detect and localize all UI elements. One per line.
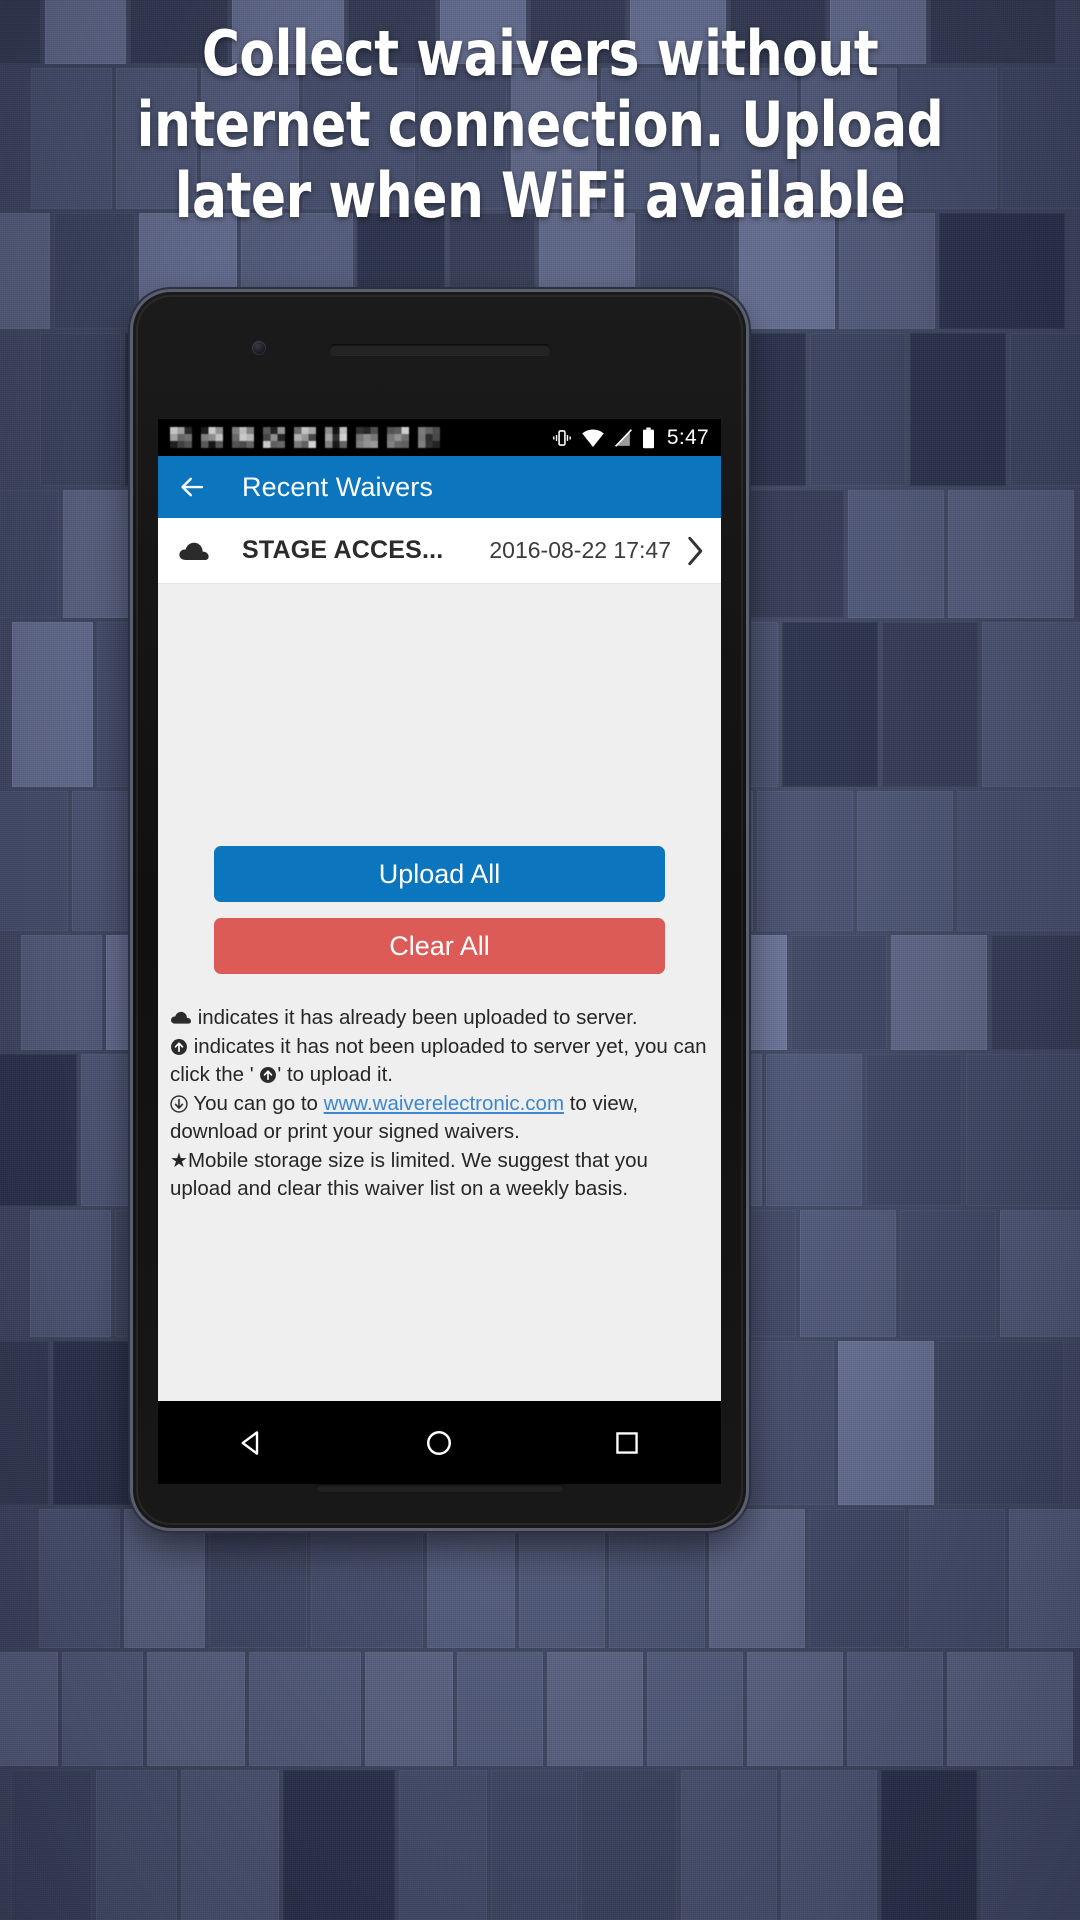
app-toolbar: Recent Waivers bbox=[158, 456, 721, 518]
notification-icon-blurred bbox=[325, 426, 347, 449]
nav-recents-icon[interactable] bbox=[592, 1416, 662, 1470]
chevron-right-icon[interactable] bbox=[671, 536, 705, 566]
front-camera-icon bbox=[252, 341, 266, 355]
help-line-4-text: Mobile storage size is limited. We sugge… bbox=[170, 1148, 648, 1201]
download-circle-icon bbox=[170, 1092, 188, 1115]
status-bar-notifications bbox=[170, 426, 552, 449]
help-line-cloud: indicates it has already been uploaded t… bbox=[170, 1004, 709, 1033]
notification-icon-blurred bbox=[387, 426, 409, 449]
phone-mockup: 5:47 Recent Waivers STAGE ACCES... 2016-… bbox=[133, 292, 746, 1528]
phone-chin-speaker bbox=[316, 1484, 564, 1492]
help-line-1-text: indicates it has already been uploaded t… bbox=[192, 1006, 638, 1029]
cloud-icon bbox=[170, 1006, 192, 1029]
status-bar-clock: 5:47 bbox=[666, 425, 709, 449]
no-sim-icon bbox=[614, 428, 632, 447]
help-line-2-text-b: ' to upload it. bbox=[277, 1063, 393, 1086]
upload-circle-icon bbox=[254, 1063, 278, 1086]
action-buttons: Upload All Clear All bbox=[158, 846, 721, 974]
waiver-name: STAGE ACCES... bbox=[242, 536, 444, 564]
nav-back-icon[interactable] bbox=[217, 1416, 287, 1470]
toolbar-title: Recent Waivers bbox=[242, 471, 433, 502]
android-nav-bar bbox=[158, 1401, 721, 1484]
help-text: indicates it has already been uploaded t… bbox=[158, 974, 721, 1204]
cloud-icon bbox=[178, 540, 220, 562]
notification-icon-blurred bbox=[170, 426, 192, 449]
status-bar: 5:47 bbox=[158, 419, 721, 456]
list-empty-area bbox=[158, 584, 721, 846]
upload-all-button[interactable]: Upload All bbox=[214, 846, 665, 902]
earpiece-speaker bbox=[329, 344, 551, 355]
notification-icon-blurred bbox=[263, 426, 285, 449]
help-line-star: ★Mobile storage size is limited. We sugg… bbox=[170, 1147, 709, 1204]
help-line-upload: indicates it has not been uploaded to se… bbox=[170, 1033, 709, 1090]
waiver-date: 2016-08-22 17:47 bbox=[489, 537, 671, 563]
notification-icon-blurred bbox=[294, 426, 316, 449]
table-row[interactable]: STAGE ACCES... 2016-08-22 17:47 bbox=[158, 518, 721, 584]
help-line-download: You can go to www.waiverelectronic.com t… bbox=[170, 1090, 709, 1147]
clear-all-button[interactable]: Clear All bbox=[214, 918, 665, 974]
upload-circle-icon bbox=[170, 1035, 188, 1058]
help-line-3-text-a: You can go to bbox=[188, 1091, 324, 1115]
waiverelectronic-link[interactable]: www.waiverelectronic.com bbox=[324, 1092, 564, 1115]
star-icon: ★ bbox=[170, 1149, 188, 1172]
nav-home-icon[interactable] bbox=[404, 1416, 474, 1470]
waiver-list: STAGE ACCES... 2016-08-22 17:47 bbox=[158, 518, 721, 584]
wifi-icon bbox=[582, 429, 604, 447]
notification-icon-blurred bbox=[201, 426, 223, 449]
arrow-left-icon[interactable] bbox=[177, 472, 207, 502]
battery-icon bbox=[642, 427, 654, 448]
notification-icon-blurred bbox=[232, 426, 254, 449]
phone-screen: 5:47 Recent Waivers STAGE ACCES... 2016-… bbox=[158, 419, 721, 1459]
page-title: Collect waivers without internet connect… bbox=[136, 17, 944, 232]
notification-icon-blurred bbox=[356, 426, 378, 449]
notification-icon-blurred bbox=[418, 426, 440, 449]
vibrate-icon bbox=[553, 429, 571, 446]
help-line-2-text-a: indicates it has not been uploaded to se… bbox=[170, 1034, 707, 1087]
status-bar-system-icons: 5:47 bbox=[552, 426, 709, 450]
